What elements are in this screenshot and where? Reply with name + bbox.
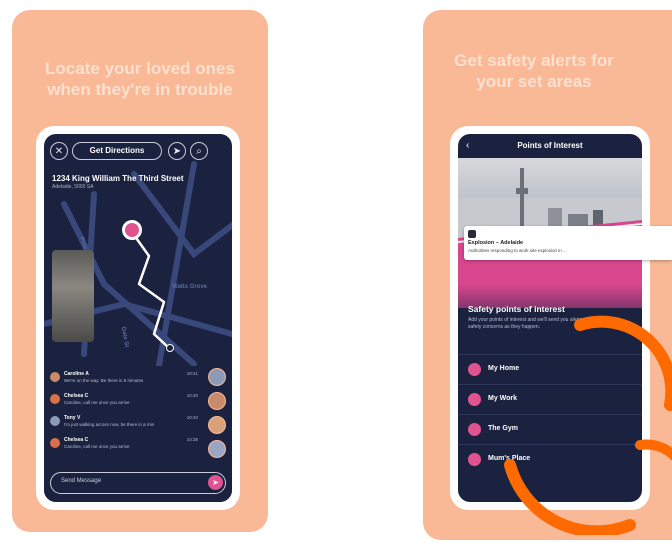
- location-pin-icon: [468, 453, 481, 466]
- member-avatar[interactable]: [208, 392, 226, 410]
- chat-text: We're on the way. Be there in 5 minutes: [64, 378, 144, 383]
- chat-message[interactable]: Chelsea C 10:40 Caroline, call me once y…: [50, 392, 198, 414]
- poi-label: The Gym: [488, 425, 518, 432]
- chat-sender: Tony V: [64, 415, 81, 421]
- chat-message[interactable]: Tony V 10:40 I'm just walking across now…: [50, 414, 198, 436]
- chat-panel: Caroline A 10:41 We're on the way. Be th…: [44, 366, 232, 502]
- map-toolbar: ✕ Get Directions ➤ ⌕: [50, 142, 226, 162]
- avatar: [50, 416, 60, 426]
- avatar: [50, 394, 60, 404]
- right-headline: Get safety alerts for your set areas: [423, 50, 645, 92]
- message-input[interactable]: Send Message ➤: [50, 472, 226, 494]
- right-phone-mockup: Points of Interest ‹ Safety points of in…: [450, 126, 650, 510]
- left-headline-line1: Locate your loved ones: [45, 59, 235, 78]
- chevron-left-icon: ‹: [466, 140, 470, 151]
- chat-time: 10:41: [186, 371, 198, 376]
- avatar: [50, 438, 60, 448]
- poi-list-item[interactable]: Mum's Place: [458, 444, 642, 475]
- member-avatar[interactable]: [208, 368, 226, 386]
- section-title: Safety points of interest: [468, 304, 565, 314]
- location-pin[interactable]: [122, 220, 142, 240]
- chat-text: Caroline, call me once you arrive: [64, 400, 130, 405]
- left-headline: Locate your loved ones when they're in t…: [12, 58, 268, 100]
- navigation-arrow-icon: ➤: [172, 146, 182, 157]
- poi-list-item[interactable]: The Gym: [458, 414, 642, 445]
- location-pin-icon: [468, 363, 481, 376]
- poi-list-item[interactable]: My Home: [458, 354, 642, 385]
- chat-time: 10:38: [186, 437, 198, 442]
- chat-sender: Chelsea C: [64, 393, 89, 399]
- member-avatar[interactable]: [208, 440, 226, 458]
- alert-app-icon: [468, 230, 476, 238]
- chat-message[interactable]: Chelsea C 10:38 Caroline, call me once y…: [50, 436, 198, 458]
- send-button[interactable]: ➤: [208, 475, 223, 490]
- chat-message[interactable]: Caroline A 10:41 We're on the way. Be th…: [50, 370, 198, 392]
- address-title: 1234 King William The Third Street: [52, 174, 184, 183]
- poi-label: My Home: [488, 365, 520, 372]
- right-headline-line2: your set areas: [476, 72, 592, 91]
- chat-text: Caroline, call me once you arrive: [64, 444, 130, 449]
- chat-time: 10:40: [186, 415, 198, 420]
- chat-sender: Chelsea C: [64, 437, 89, 443]
- alert-body: Authorities responding to work site expl…: [468, 248, 567, 253]
- right-headline-line1: Get safety alerts for: [454, 51, 614, 70]
- send-icon: ➤: [212, 478, 219, 487]
- member-avatar[interactable]: [208, 416, 226, 434]
- street-label: Watts Grove: [172, 284, 208, 290]
- poi-list-item[interactable]: My Work: [458, 384, 642, 415]
- location-pin-icon: [468, 393, 481, 406]
- chat-time: 10:40: [186, 393, 198, 398]
- get-directions-button[interactable]: Get Directions: [72, 142, 162, 160]
- route-end-marker: [166, 344, 174, 352]
- avatar: [50, 372, 60, 382]
- safety-alert-notification[interactable]: Explosion – Adelaide Authorities respond…: [464, 226, 672, 260]
- back-button[interactable]: ‹: [466, 134, 469, 158]
- alert-title: Explosion – Adelaide: [468, 240, 524, 246]
- poi-screen: Points of Interest ‹ Safety points of in…: [458, 134, 642, 502]
- page-title: Points of Interest: [517, 141, 583, 150]
- poi-label: My Work: [488, 395, 518, 402]
- map-screen: ✕ Get Directions ➤ ⌕ 1234 King William T…: [44, 134, 232, 502]
- search-map-button[interactable]: ⌕: [190, 142, 208, 160]
- section-description: Add your points of interest and we'll se…: [468, 317, 598, 330]
- close-button[interactable]: ✕: [50, 142, 68, 160]
- message-placeholder: Send Message: [61, 478, 102, 484]
- left-headline-line2: when they're in trouble: [47, 80, 233, 99]
- chat-text: I'm just walking across now, be there in…: [64, 422, 155, 427]
- address-subtitle: Adelaide, 5000 SA: [52, 184, 94, 190]
- close-icon: ✕: [54, 146, 64, 157]
- navigate-button[interactable]: ➤: [168, 142, 186, 160]
- poi-label: Mum's Place: [488, 455, 531, 462]
- location-pin-icon: [468, 423, 481, 436]
- chat-sender: Caroline A: [64, 371, 89, 377]
- search-icon: ⌕: [196, 146, 202, 157]
- location-photo[interactable]: [52, 250, 94, 342]
